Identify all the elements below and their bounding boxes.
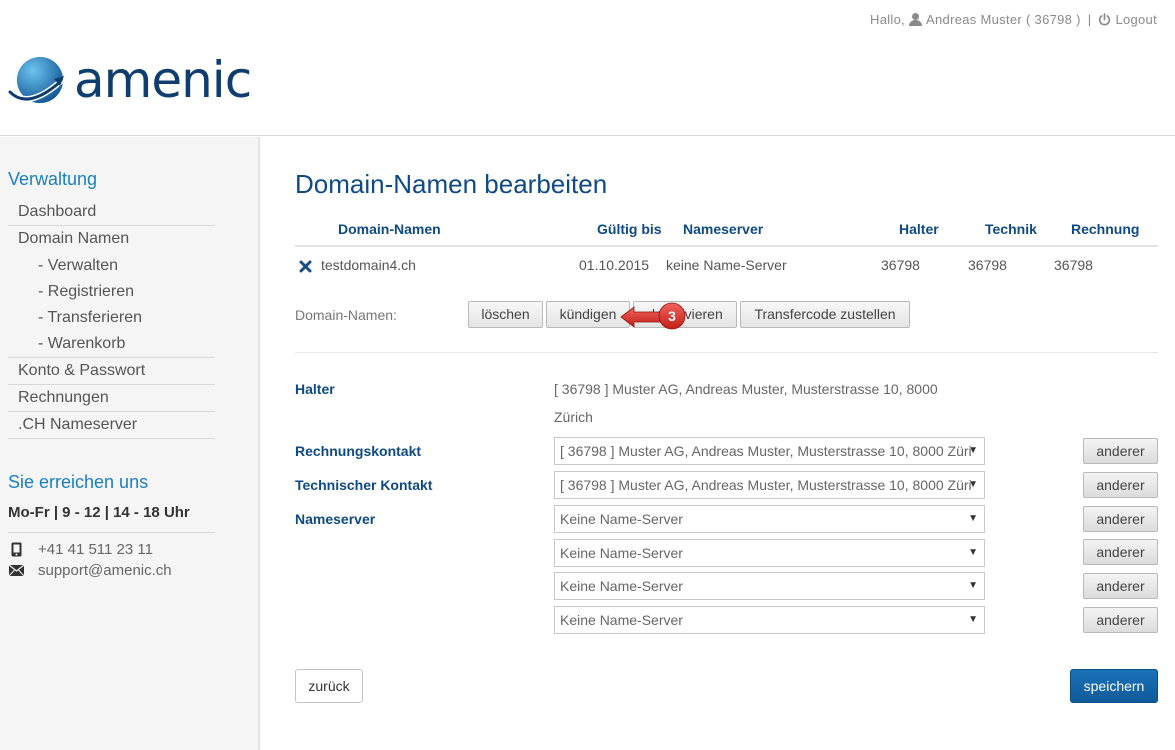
sidebar-item-konto[interactable]: Konto & Passwort [8, 358, 215, 385]
billing-contact-value: [ 36798 ] Muster AG, Andreas Muster, Mus… [560, 443, 972, 459]
phone-icon [8, 542, 24, 557]
nameserver-select-1[interactable]: Keine Name-Server ▼ [554, 505, 985, 533]
transfer-code-button[interactable]: Transfercode zustellen [740, 301, 910, 328]
tech-other-button[interactable]: anderer [1083, 472, 1158, 498]
dropdown-arrow-icon: ▼ [968, 445, 978, 456]
nameserver-other-button-1[interactable]: anderer [1083, 506, 1158, 532]
cell-valid-until: 01.10.2015 [579, 257, 650, 273]
header: Hallo, Andreas Muster ( 36798 ) | Logout… [0, 0, 1175, 136]
cell-domain: testdomain4.ch [321, 257, 416, 273]
nameserver-other-button-4[interactable]: anderer [1083, 607, 1158, 633]
nameserver-select-4[interactable]: Keine Name-Server ▼ [554, 606, 985, 634]
holder-label: Halter [295, 381, 335, 397]
actions-label: Domain-Namen: [295, 307, 397, 323]
logo-globe-icon [8, 57, 64, 103]
logo-text: amenic [74, 51, 252, 109]
greeting: Hallo, [870, 12, 906, 27]
tech-contact-select[interactable]: [ 36798 ] Muster AG, Andreas Muster, Mus… [554, 471, 985, 499]
cell-holder: 36798 [881, 257, 920, 273]
col-domain: Domain-Namen [338, 221, 441, 237]
billing-contact-select[interactable]: [ 36798 ] Muster AG, Andreas Muster, Mus… [554, 437, 985, 465]
divider [8, 532, 215, 533]
col-holder: Halter [899, 221, 939, 237]
nameserver-select-2[interactable]: Keine Name-Server ▼ [554, 539, 985, 567]
logo[interactable]: amenic [8, 51, 252, 109]
holder-value: [ 36798 ] Muster AG, Andreas Muster, Mus… [554, 381, 938, 425]
separator: | [1087, 12, 1092, 27]
nameserver-other-button-3[interactable]: anderer [1083, 573, 1158, 599]
col-valid-until: Gültig bis [597, 221, 662, 237]
opening-hours: Mo-Fr | 9 - 12 | 14 - 18 Uhr [8, 504, 190, 521]
nameserver-value-1: Keine Name-Server [560, 511, 683, 527]
back-button[interactable]: zurück [295, 669, 363, 703]
sidebar-item-verwalten[interactable]: - Verwalten [8, 253, 215, 279]
phone-number[interactable]: +41 41 511 23 11 [38, 541, 153, 558]
cancel-domain-button[interactable]: kündigen [546, 301, 630, 328]
col-billing: Rechnung [1071, 221, 1140, 237]
nameserver-other-button-2[interactable]: anderer [1083, 539, 1158, 565]
logout-link[interactable]: Logout [1115, 12, 1157, 27]
nameserver-label: Nameserver [295, 511, 376, 527]
contact-title: Sie erreichen uns [8, 472, 149, 492]
sidebar-item-domain-namen[interactable]: Domain Namen [8, 226, 215, 253]
sidebar-item-registrieren[interactable]: - Registrieren [8, 279, 215, 305]
save-button[interactable]: speichern [1070, 669, 1158, 703]
nameserver-select-3[interactable]: Keine Name-Server ▼ [554, 572, 985, 600]
table-row: testdomain4.ch 01.10.2015 keine Name-Ser… [295, 255, 1158, 277]
nameserver-value-2: Keine Name-Server [560, 545, 683, 561]
tech-contact-value: [ 36798 ] Muster AG, Andreas Muster, Mus… [560, 477, 972, 493]
sidebar-nav: Dashboard Domain Namen - Verwalten - Reg… [8, 199, 215, 439]
sidebar-item-nameserver[interactable]: .CH Nameserver [8, 412, 215, 439]
user-bar: Hallo, Andreas Muster ( 36798 ) | Logout [870, 12, 1157, 27]
nameserver-value-3: Keine Name-Server [560, 578, 683, 594]
annotation-arrow-icon: 3 [620, 302, 686, 330]
dropdown-arrow-icon: ▼ [968, 479, 978, 490]
remove-icon[interactable] [299, 260, 312, 273]
sidebar-item-rechnungen[interactable]: Rechnungen [8, 385, 215, 412]
sidebar-item-dashboard[interactable]: Dashboard [8, 199, 215, 226]
tech-contact-label: Technischer Kontakt [295, 477, 433, 493]
col-nameserver: Nameserver [683, 221, 764, 237]
dropdown-arrow-icon: ▼ [968, 580, 978, 591]
sidebar: Verwaltung Dashboard Domain Namen - Verw… [0, 137, 260, 750]
cell-tech: 36798 [968, 257, 1007, 273]
cell-billing: 36798 [1054, 257, 1093, 273]
sidebar-item-transferieren[interactable]: - Transferieren [8, 305, 215, 331]
divider [295, 352, 1158, 353]
col-tech: Technik [985, 221, 1037, 237]
annotation-number: 3 [668, 308, 676, 324]
customer-id: ( 36798 ) [1026, 12, 1081, 27]
email-address[interactable]: support@amenic.ch [38, 562, 172, 579]
dropdown-arrow-icon: ▼ [968, 513, 978, 524]
dropdown-arrow-icon: ▼ [968, 614, 978, 625]
billing-contact-label: Rechnungskontakt [295, 443, 422, 459]
billing-other-button[interactable]: anderer [1083, 438, 1158, 464]
user-name[interactable]: Andreas Muster [926, 12, 1022, 27]
delete-button[interactable]: löschen [468, 301, 543, 328]
phone-row: +41 41 511 23 11 [8, 541, 153, 558]
page-title: Domain-Namen bearbeiten [295, 169, 608, 199]
dropdown-arrow-icon: ▼ [968, 547, 978, 558]
email-row: support@amenic.ch [8, 562, 172, 579]
sidebar-title: Verwaltung [8, 169, 98, 189]
envelope-icon [8, 565, 24, 576]
sidebar-item-warenkorb[interactable]: - Warenkorb [8, 331, 215, 358]
table-header: Domain-Namen Gültig bis Nameserver Halte… [295, 219, 1158, 247]
nameserver-value-4: Keine Name-Server [560, 612, 683, 628]
power-icon[interactable] [1098, 13, 1111, 26]
user-icon [909, 13, 923, 26]
cell-nameserver: keine Name-Server [666, 257, 787, 273]
